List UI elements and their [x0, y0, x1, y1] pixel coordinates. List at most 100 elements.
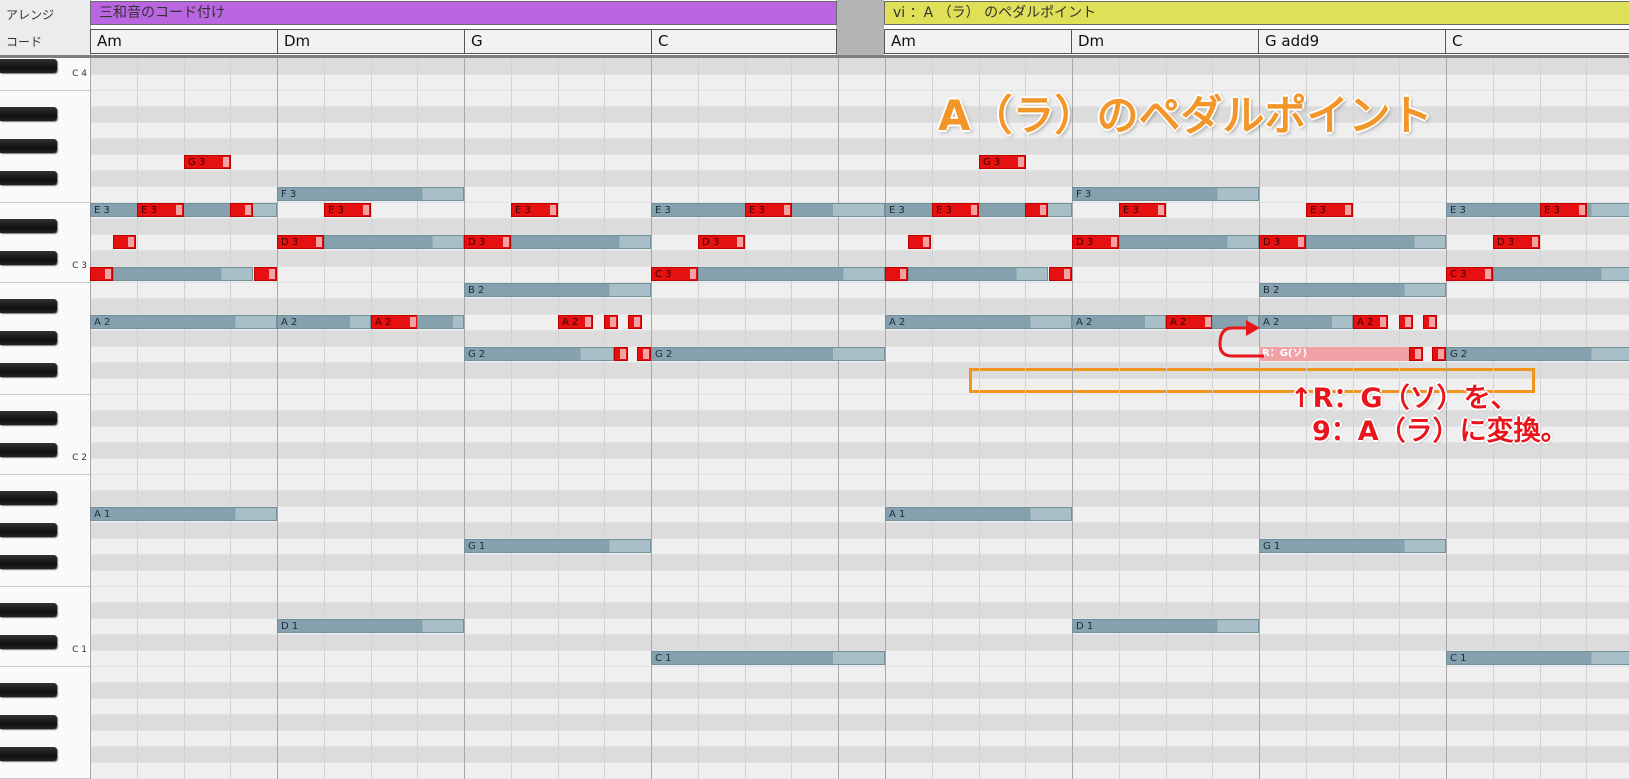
black-key[interactable]	[0, 171, 57, 185]
chord-cell[interactable]: Am	[90, 29, 278, 54]
midi-note[interactable]: G 1	[1259, 539, 1446, 553]
chord-cell[interactable]: C	[1445, 29, 1629, 54]
midi-note[interactable]: E 3	[324, 203, 371, 217]
black-key[interactable]	[0, 299, 57, 313]
black-key[interactable]	[0, 683, 57, 697]
midi-note[interactable]: D 3	[1259, 235, 1306, 249]
midi-note[interactable]: D 3	[464, 235, 511, 249]
midi-note[interactable]: E 3	[1540, 203, 1587, 217]
piano-keyboard[interactable]: C 4 C 3 C 2 C 1	[0, 58, 91, 779]
black-key[interactable]	[0, 635, 57, 649]
black-key[interactable]	[0, 603, 57, 617]
black-key[interactable]	[0, 331, 57, 345]
midi-note[interactable]	[1409, 347, 1423, 361]
midi-note[interactable]: B 2	[1259, 283, 1446, 297]
midi-note[interactable]	[908, 235, 931, 249]
midi-note[interactable]: F 3	[277, 187, 464, 201]
midi-note[interactable]	[1399, 315, 1413, 329]
midi-note[interactable]	[1493, 267, 1629, 281]
midi-note[interactable]	[113, 267, 253, 281]
midi-note[interactable]: D 3	[698, 235, 745, 249]
midi-note[interactable]: A 1	[90, 507, 277, 521]
midi-note[interactable]: E 3	[932, 203, 979, 217]
midi-note[interactable]	[908, 267, 1048, 281]
octave-label-c1: C 1	[72, 645, 87, 655]
black-key[interactable]	[0, 491, 57, 505]
midi-note[interactable]	[113, 235, 136, 249]
midi-note[interactable]: G 1	[464, 539, 651, 553]
midi-note[interactable]	[1306, 235, 1446, 249]
arrange-block-pedal-point[interactable]: vi ：A （ラ） のペダルポイント	[884, 1, 1629, 25]
midi-note[interactable]: G 3	[979, 155, 1026, 169]
midi-note[interactable]: A 2	[1166, 315, 1213, 329]
midi-note[interactable]: D 1	[1072, 619, 1259, 633]
midi-note[interactable]	[604, 315, 618, 329]
midi-note[interactable]: C 1	[1446, 651, 1629, 665]
midi-note[interactable]	[1432, 347, 1446, 361]
black-key[interactable]	[0, 139, 57, 153]
midi-note[interactable]: C 3	[651, 267, 698, 281]
midi-note[interactable]	[324, 235, 464, 249]
midi-note[interactable]	[614, 347, 628, 361]
midi-note[interactable]: A 2	[885, 315, 1072, 329]
arrange-block-triads[interactable]: 三和音のコード付け	[90, 1, 837, 25]
midi-note[interactable]	[511, 235, 651, 249]
chord-cell[interactable]: Dm	[1071, 29, 1259, 54]
chord-cell[interactable]: C	[651, 29, 837, 54]
midi-note[interactable]	[628, 315, 642, 329]
midi-note[interactable]: E 3	[1446, 203, 1629, 217]
chord-cell[interactable]: Dm	[277, 29, 465, 54]
midi-note[interactable]	[1025, 203, 1048, 217]
midi-note[interactable]: E 3	[1306, 203, 1353, 217]
black-key[interactable]	[0, 555, 57, 569]
midi-note[interactable]: G 3	[184, 155, 231, 169]
midi-note[interactable]	[1423, 315, 1437, 329]
midi-note[interactable]	[90, 267, 113, 281]
midi-note[interactable]: E 3	[1119, 203, 1166, 217]
midi-note[interactable]: A 1	[885, 507, 1072, 521]
chord-cell[interactable]: Am	[884, 29, 1072, 54]
midi-note[interactable]: F 3	[1072, 187, 1259, 201]
midi-note[interactable]: B 2	[464, 283, 651, 297]
black-key[interactable]	[0, 523, 57, 537]
midi-note[interactable]: C 1	[651, 651, 885, 665]
midi-note[interactable]	[885, 267, 908, 281]
midi-note[interactable]: A 2	[371, 315, 418, 329]
black-key[interactable]	[0, 251, 57, 265]
black-key[interactable]	[0, 363, 57, 377]
midi-note[interactable]: A 2	[90, 315, 277, 329]
midi-note[interactable]: E 3	[511, 203, 558, 217]
black-key[interactable]	[0, 715, 57, 729]
midi-note[interactable]: A 2	[558, 315, 593, 329]
black-key[interactable]	[0, 411, 57, 425]
midi-note[interactable]: A 2	[1072, 315, 1166, 329]
midi-note[interactable]	[1119, 235, 1259, 249]
midi-note[interactable]: A 2	[1353, 315, 1388, 329]
midi-note[interactable]: E 3	[745, 203, 792, 217]
black-key[interactable]	[0, 219, 57, 233]
midi-note[interactable]: C 3	[1446, 267, 1493, 281]
midi-note[interactable]: G 2	[651, 347, 885, 361]
chord-cell[interactable]: G	[464, 29, 652, 54]
midi-note[interactable]: D 3	[1072, 235, 1119, 249]
midi-note[interactable]	[417, 315, 464, 329]
black-key[interactable]	[0, 747, 57, 761]
midi-note[interactable]	[230, 203, 253, 217]
black-key[interactable]	[0, 443, 57, 457]
midi-note[interactable]	[698, 267, 885, 281]
black-key[interactable]	[0, 59, 57, 73]
midi-note[interactable]	[1049, 267, 1072, 281]
chord-track-label: コード	[6, 35, 43, 49]
midi-note[interactable]: A 2	[1259, 315, 1353, 329]
chord-cell[interactable]: G add9	[1258, 29, 1446, 54]
midi-note[interactable]: E 3	[137, 203, 184, 217]
midi-note[interactable]: A 2	[277, 315, 371, 329]
midi-note[interactable]	[254, 267, 277, 281]
midi-note[interactable]	[637, 347, 651, 361]
black-key[interactable]	[0, 107, 57, 121]
midi-note[interactable]: D 1	[277, 619, 464, 633]
midi-note[interactable]: D 3	[1493, 235, 1540, 249]
midi-note[interactable]: G 2	[1446, 347, 1629, 361]
midi-note[interactable]: G 2	[464, 347, 614, 361]
midi-note[interactable]: D 3	[277, 235, 324, 249]
